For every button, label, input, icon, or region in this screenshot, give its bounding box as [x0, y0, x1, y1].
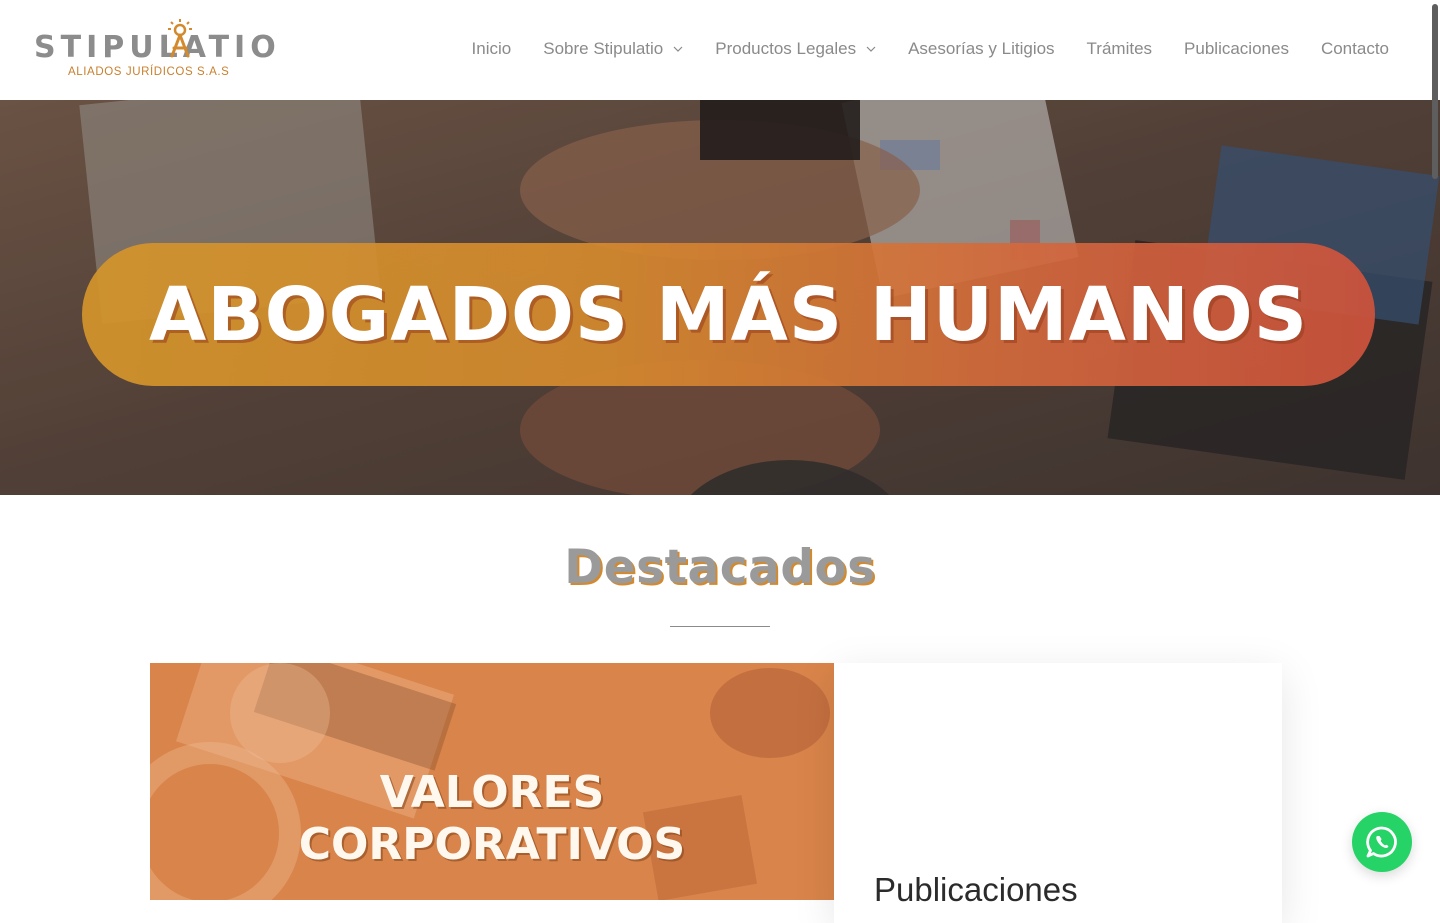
main-nav: Inicio Sobre Stipulatio Productos Legale…	[472, 36, 1389, 62]
whatsapp-button[interactable]	[1352, 812, 1412, 872]
whatsapp-icon	[1366, 826, 1397, 858]
page-scrollbar[interactable]	[1430, 0, 1440, 900]
featured-image-title-line1: VALORES	[379, 767, 605, 818]
chevron-down-icon	[673, 46, 683, 52]
nav-item-label: Asesorías y Litigios	[908, 39, 1055, 58]
nav-item-contacto[interactable]: Contacto	[1321, 36, 1389, 62]
logo-wordmark: STIPULATIO	[34, 30, 281, 65]
logo-subtitle: ALIADOS JURÍDICOS S.A.S	[68, 66, 230, 78]
nav-item-inicio[interactable]: Inicio	[472, 36, 512, 62]
featured-card[interactable]: Publicaciones	[834, 663, 1282, 923]
hero-banner: ABOGADOS MÁS HUMANOS	[0, 100, 1440, 495]
nav-item-label: Publicaciones	[1184, 39, 1289, 58]
hero-title: ABOGADOS MÁS HUMANOS	[148, 271, 1308, 358]
featured-image-title-line2: CORPORATIVOS	[298, 819, 686, 870]
nav-item-label: Trámites	[1086, 39, 1153, 58]
nav-item-label: Inicio	[471, 39, 512, 58]
nav-item-label: Sobre Stipulatio	[543, 39, 664, 58]
featured-card-title[interactable]: Publicaciones	[874, 871, 1078, 909]
nav-item-label: Productos Legales	[715, 39, 857, 58]
scrollbar-thumb[interactable]	[1432, 4, 1438, 179]
nav-item-publicaciones[interactable]: Publicaciones	[1184, 36, 1289, 62]
nav-item-tramites[interactable]: Trámites	[1087, 36, 1153, 62]
site-header: STIPULATIO ALIADOS JURÍDICOS S.A.S Inici…	[0, 0, 1440, 100]
featured-image-title: VALORES CORPORATIVOS	[150, 767, 834, 871]
chevron-down-icon	[866, 46, 876, 52]
site-logo[interactable]: STIPULATIO ALIADOS JURÍDICOS S.A.S	[34, 18, 276, 84]
nav-item-label: Contacto	[1320, 39, 1389, 58]
section-divider	[670, 626, 770, 627]
nav-item-sobre-stipulatio[interactable]: Sobre Stipulatio	[543, 36, 683, 62]
section-title-destacados: Destacados	[564, 540, 876, 595]
nav-item-asesorias-litigios[interactable]: Asesorías y Litigios	[908, 36, 1054, 62]
logo-person-icon	[168, 19, 192, 58]
featured-image-valores[interactable]: VALORES CORPORATIVOS	[150, 663, 834, 900]
nav-item-productos-legales[interactable]: Productos Legales	[715, 36, 876, 62]
